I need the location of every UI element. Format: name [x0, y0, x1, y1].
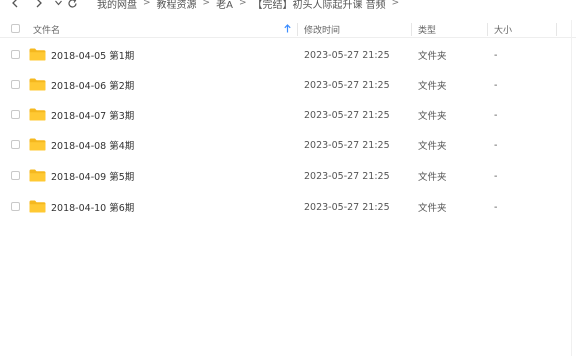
column-modified-header[interactable]: 修改时间 — [304, 20, 340, 38]
select-all-checkbox[interactable] — [11, 24, 20, 33]
refresh-button[interactable] — [65, 0, 79, 12]
column-name-header[interactable]: 文件名 — [33, 20, 60, 38]
chevron-right-icon — [36, 0, 42, 8]
folder-icon — [29, 48, 46, 61]
history-dropdown[interactable] — [53, 0, 63, 12]
column-divider[interactable] — [487, 23, 488, 36]
row-checkbox[interactable] — [11, 110, 20, 119]
breadcrumb-separator: > — [238, 0, 247, 8]
table-row[interactable]: 2018-04-05 第1期 2023-05-27 21:25 文件夹 - — [0, 40, 576, 70]
file-type: 文件夹 — [418, 81, 447, 92]
table-row[interactable]: 2018-04-07 第3期 2023-05-27 21:25 文件夹 - — [0, 100, 576, 130]
file-size: - — [494, 139, 498, 151]
file-size: - — [494, 109, 498, 121]
file-browser: 我的网盘 > 教程资源 > 老A > 【完结】初头人际起升课 音频 > 文件名 … — [0, 0, 576, 356]
row-checkbox[interactable] — [11, 202, 20, 211]
file-type: 文件夹 — [418, 51, 447, 62]
scroll-track[interactable] — [571, 20, 572, 356]
modified-time: 2023-05-27 21:25 — [304, 79, 390, 91]
file-name[interactable]: 2018-04-07 第3期 — [51, 100, 134, 130]
file-type: 文件夹 — [418, 203, 447, 214]
modified-time: 2023-05-27 21:25 — [304, 109, 390, 121]
column-name-label: 文件名 — [33, 25, 61, 36]
breadcrumb-item-root[interactable]: 我的网盘 — [97, 0, 137, 11]
breadcrumb-item-author[interactable]: 老A — [216, 0, 233, 11]
breadcrumb-separator: > — [391, 0, 400, 8]
column-size-header[interactable]: 大小 — [494, 20, 512, 38]
chevron-down-icon — [54, 0, 62, 6]
refresh-icon — [67, 0, 77, 7]
row-checkbox[interactable] — [11, 171, 20, 180]
column-divider[interactable] — [297, 23, 298, 36]
back-button[interactable] — [8, 0, 22, 12]
modified-time: 2023-05-27 21:25 — [304, 201, 390, 213]
navigation-bar: 我的网盘 > 教程资源 > 老A > 【完结】初头人际起升课 音频 > — [0, 0, 576, 12]
row-checkbox[interactable] — [11, 80, 20, 89]
folder-icon — [29, 78, 46, 91]
modified-time: 2023-05-27 21:25 — [304, 139, 390, 151]
file-size: - — [494, 79, 498, 91]
row-checkbox[interactable] — [11, 50, 20, 59]
column-divider[interactable] — [411, 23, 412, 36]
file-type: 文件夹 — [418, 172, 447, 183]
column-type-label: 类型 — [418, 25, 437, 36]
column-modified-label: 修改时间 — [304, 25, 341, 36]
file-size: - — [494, 201, 498, 213]
file-size: - — [494, 170, 498, 182]
file-name[interactable]: 2018-04-08 第4期 — [51, 130, 134, 160]
folder-icon — [29, 108, 46, 121]
breadcrumb-separator: > — [143, 0, 151, 8]
table-row[interactable]: 2018-04-09 第5期 2023-05-27 21:25 文件夹 - — [0, 161, 576, 191]
breadcrumb-item-resources[interactable]: 教程资源 — [157, 0, 197, 11]
file-type: 文件夹 — [418, 111, 447, 122]
breadcrumb-item-course[interactable]: 【完结】初头人际起升课 音频 — [252, 0, 385, 11]
column-type-header[interactable]: 类型 — [418, 20, 436, 38]
modified-time: 2023-05-27 21:25 — [304, 170, 390, 182]
column-size-label: 大小 — [494, 25, 513, 36]
table-row[interactable]: 2018-04-10 第6期 2023-05-27 21:25 文件夹 - — [0, 192, 576, 222]
folder-icon — [29, 200, 46, 213]
modified-time: 2023-05-27 21:25 — [304, 49, 390, 61]
file-name[interactable]: 2018-04-09 第5期 — [51, 161, 134, 191]
column-divider[interactable] — [556, 23, 557, 36]
breadcrumb: 我的网盘 > 教程资源 > 老A > 【完结】初头人际起升课 音频 > — [97, 0, 405, 11]
table-row[interactable]: 2018-04-06 第2期 2023-05-27 21:25 文件夹 - — [0, 70, 576, 100]
sort-up-icon[interactable] — [284, 24, 291, 33]
file-name[interactable]: 2018-04-05 第1期 — [51, 40, 134, 70]
chevron-left-icon — [12, 0, 18, 8]
forward-button[interactable] — [32, 0, 46, 12]
breadcrumb-separator: > — [202, 0, 211, 8]
folder-icon — [29, 169, 46, 182]
table-row[interactable]: 2018-04-08 第4期 2023-05-27 21:25 文件夹 - — [0, 130, 576, 160]
folder-icon — [29, 138, 46, 151]
file-name[interactable]: 2018-04-06 第2期 — [51, 70, 134, 100]
file-size: - — [494, 49, 498, 61]
file-name[interactable]: 2018-04-10 第6期 — [51, 192, 134, 222]
column-header: 文件名 修改时间 类型 大小 — [0, 20, 576, 38]
file-type: 文件夹 — [418, 141, 447, 152]
row-checkbox[interactable] — [11, 140, 20, 149]
